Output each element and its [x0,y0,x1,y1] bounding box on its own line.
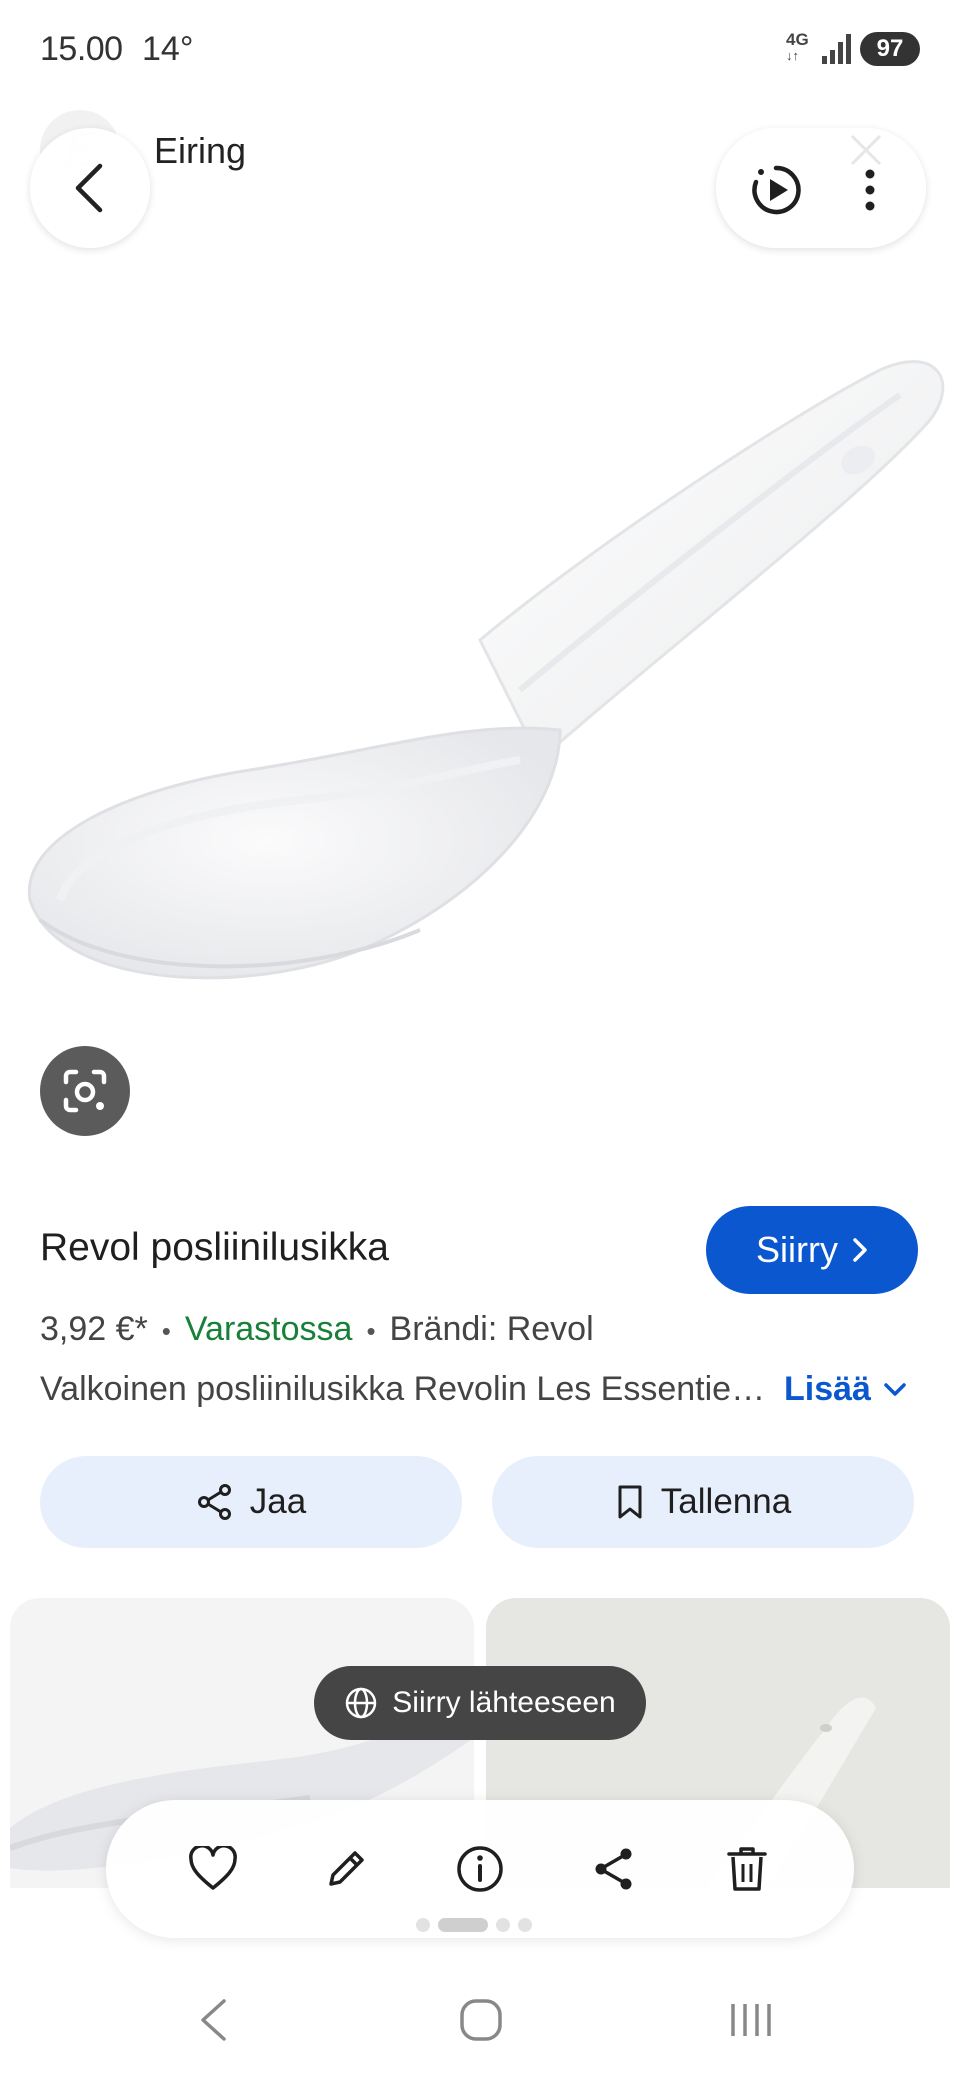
visit-label: Siirry [756,1229,838,1270]
product-description: Valkoinen posliinilusikka Revolin Les Es… [40,1370,766,1408]
chevron-right-icon [853,1238,867,1262]
nav-back-button[interactable] [168,1990,258,2050]
more-link[interactable]: Lisää [784,1370,907,1409]
share-action-button[interactable] [579,1834,649,1904]
battery-badge: 97 [860,32,920,66]
favorite-button[interactable] [178,1834,248,1904]
back-arrow-icon [75,163,103,213]
pencil-icon [329,1851,365,1886]
delete-button[interactable] [712,1834,782,1904]
save-label: Tallenna [660,1482,792,1521]
back-button[interactable] [30,128,150,248]
info-icon [457,1846,503,1892]
product-image[interactable] [0,340,960,1060]
info-button[interactable] [445,1834,515,1904]
motion-photo-button[interactable] [744,158,808,222]
edit-button[interactable] [311,1834,381,1904]
chevron-down-icon [884,1382,906,1396]
share-icon [197,1484,231,1520]
product-meta: 3,92 €* • Varastossa • Brändi: Revol [40,1310,594,1349]
status-time: 15.00 [40,30,123,68]
source-name: Eiring [154,130,247,171]
more-options-button[interactable] [846,158,894,222]
visit-button[interactable]: Siirry [706,1206,918,1294]
nav-recents-button[interactable] [706,1990,796,2050]
google-lens-button[interactable] [40,1046,130,1136]
share-label: Jaa [249,1482,307,1521]
page-dot [496,1918,510,1932]
share-icon [595,1848,632,1890]
product-brand: Brändi: Revol [389,1310,594,1348]
product-title: Revol posliinilusikka [40,1226,389,1269]
motion-play-icon [752,165,801,215]
more-vert-icon [865,169,875,211]
nav-back-icon [201,1999,226,2041]
toast-label: Siirry lähteeseen [392,1686,616,1719]
network-indicator: 4G ↓↑ [786,30,809,63]
status-temperature: 14° [142,30,194,68]
share-button[interactable]: Jaa [40,1456,462,1548]
signal-icon [822,34,851,64]
separator-dot: • [161,1316,171,1346]
page-dot [518,1918,532,1932]
save-button[interactable]: Tallenna [492,1456,914,1548]
bookmark-icon [618,1485,642,1519]
network-type: 4G [786,30,809,49]
separator-dot: • [366,1316,376,1346]
lens-icon [63,1069,107,1113]
page-dot [416,1918,430,1932]
stock-status: Varastossa [184,1310,353,1348]
page-indicator [416,1918,544,1932]
globe-icon [346,1687,377,1719]
heart-icon [188,1846,237,1890]
page-dot-active [438,1918,488,1932]
trash-icon [727,1847,767,1891]
more-label: Lisää [784,1370,871,1408]
nav-home-button[interactable] [436,1990,526,2050]
visit-source-toast[interactable]: Siirry lähteeseen [314,1666,646,1740]
nav-home-icon [460,1999,502,2041]
nav-recents-icon [731,2004,771,2036]
product-price: 3,92 €* [40,1310,148,1348]
